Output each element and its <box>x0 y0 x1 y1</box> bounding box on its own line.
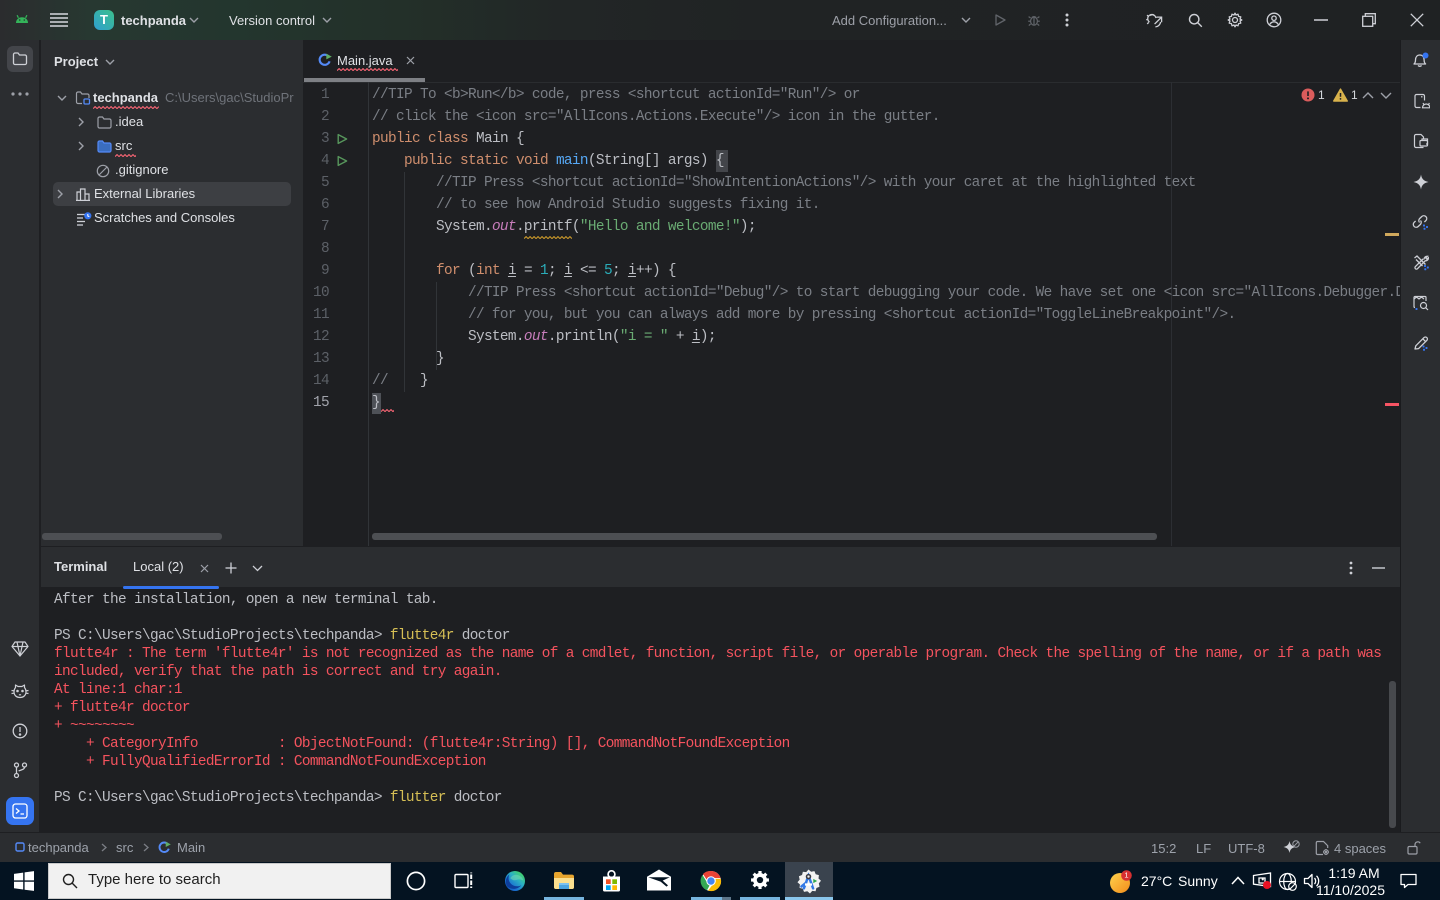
svg-text:1: 1 <box>1124 871 1128 880</box>
